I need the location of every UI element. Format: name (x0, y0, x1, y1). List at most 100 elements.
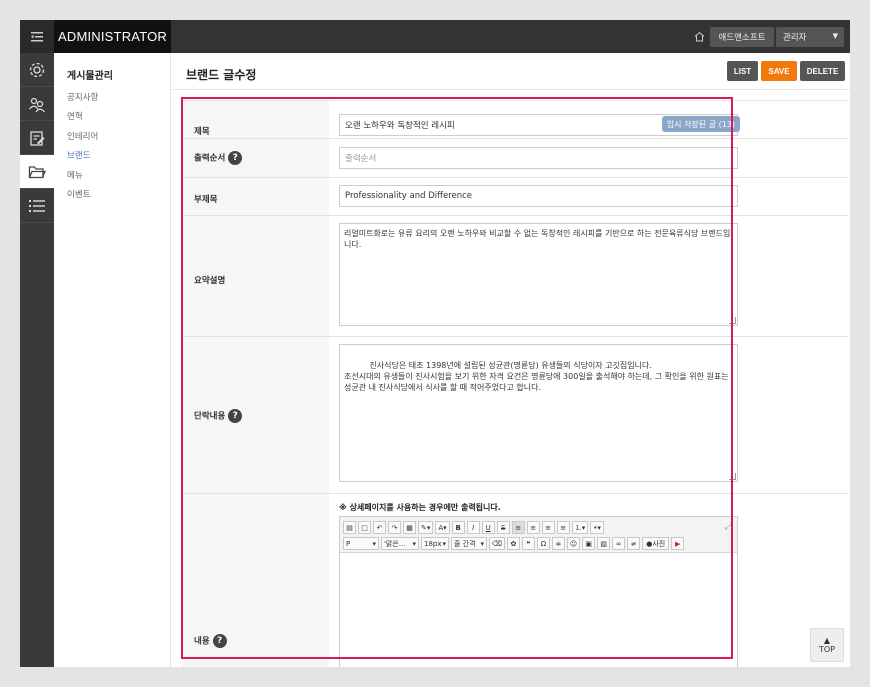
font-select[interactable]: '맑은... ▾ (381, 537, 419, 550)
nav-item-interior[interactable]: 인테리어 (67, 130, 98, 149)
photo-button[interactable]: ● 사진 (642, 537, 670, 550)
action-buttons: LIST SAVE DELETE (727, 61, 845, 81)
bullet-list-icon[interactable]: •▾ (590, 521, 604, 534)
help-icon[interactable]: ? (228, 409, 243, 423)
folder-icon[interactable] (20, 155, 54, 189)
youtube-icon[interactable]: ▶ (671, 537, 685, 550)
top-bar: ADMINISTRATOR 애드앤소프트 관리자 ▼ (20, 20, 850, 53)
format-select[interactable]: P ▾ (343, 537, 379, 550)
flash-icon[interactable]: ▧ (597, 537, 611, 550)
line-spacing-value: 줄 간격 (454, 539, 476, 548)
align-right-icon[interactable]: ≡ (541, 521, 555, 534)
row-label: 출력순서? (182, 139, 329, 177)
caret-down-icon: ▾ (372, 539, 376, 548)
row-label: 내용? (182, 494, 329, 667)
users-icon[interactable] (20, 87, 54, 121)
align-justify-icon[interactable]: ≡ (556, 521, 570, 534)
temp-saved-button[interactable]: 임시 저장된 글 (13) (661, 116, 740, 132)
home-icon[interactable] (690, 27, 708, 45)
row-label: 부제목 (182, 178, 329, 215)
row-label: 요약설명 (182, 216, 329, 336)
order-label: 출력순서 (194, 153, 226, 164)
bold-icon[interactable]: B (451, 521, 465, 534)
numbered-list-icon[interactable]: ⒈▾ (571, 521, 589, 534)
align-center-icon[interactable]: ≡ (526, 521, 540, 534)
quote-icon[interactable]: ❝ (521, 537, 535, 550)
font-size-value: 18px (424, 539, 442, 548)
main-content: 브랜드 글수정 LIST SAVE DELETE 제목 오랜 노하우와 독창적인… (172, 53, 850, 667)
caret-down-icon: ▾ (412, 539, 416, 548)
print-icon[interactable]: ▤ (343, 521, 356, 534)
list-icon[interactable] (20, 189, 54, 223)
subtitle-input[interactable]: Professionality and Difference (339, 185, 738, 207)
order-input[interactable]: 출력순서 (339, 147, 738, 169)
undo-icon[interactable]: ↶ (373, 521, 386, 534)
horizontal-rule-icon[interactable]: ≑ (551, 537, 565, 550)
underline-icon[interactable]: U (481, 521, 495, 534)
site-button[interactable]: 애드앤소프트 (710, 27, 774, 47)
row-label: 제목 (182, 101, 329, 138)
emoticon-icon[interactable]: ☺ (566, 537, 581, 550)
summary-textarea[interactable]: 리얼미트화로는 유류 요리의 오랜 노하우와 비교할 수 없는 독창적인 레시피… (339, 223, 738, 326)
arrow-up-icon: ▲ (823, 636, 831, 645)
list-button[interactable]: LIST (727, 61, 758, 81)
nav-item-event[interactable]: 이벤트 (67, 188, 98, 207)
nav-title: 게시물관리 (67, 71, 113, 82)
row-label: 단락내용? (182, 337, 329, 493)
align-left-icon[interactable]: ≡ (511, 521, 525, 534)
summary-text: 리얼미트화로는 유류 요리의 오랜 노하우와 비교할 수 없는 독창적인 레시피… (344, 229, 731, 249)
italic-icon[interactable]: I (466, 521, 480, 534)
link-icon[interactable]: ∞ (612, 537, 626, 550)
board-icon[interactable] (20, 121, 54, 155)
edit-form: 제목 오랜 노하우와 독창적인 레시피 임시 저장된 글 (13) 출력순서? … (182, 100, 848, 667)
format-select-value: P (346, 539, 351, 548)
admin-dropdown-label: 관리자 (783, 33, 807, 43)
save-button[interactable]: SAVE (761, 61, 797, 81)
back-to-top-button[interactable]: ▲ TOP (810, 628, 844, 662)
table-icon[interactable]: ▦ (403, 521, 416, 534)
eraser-icon[interactable]: ⌫ (489, 537, 505, 550)
omega-icon[interactable]: Ω (536, 537, 550, 550)
form-row-summary: 요약설명 리얼미트화로는 유류 요리의 오랜 노하우와 비교할 수 없는 독창적… (182, 216, 848, 337)
help-icon[interactable]: ? (228, 151, 243, 165)
maximize-icon[interactable]: ⤢ (725, 521, 733, 532)
new-page-icon[interactable]: □ (358, 521, 371, 534)
paragraph-textarea[interactable]: 진사식당은 태조 1398년에 설립된 성균관(명륜당) 유생들의 식당이자 고… (339, 344, 738, 482)
image-icon[interactable]: ▣ (582, 537, 596, 550)
gear-icon[interactable] (20, 53, 54, 87)
form-row-content: 내용? ※ 상세페이지를 사용하는 경우에만 출력됩니다. ▤ □ ↶ ↷ ▦ … (182, 494, 848, 667)
caret-down-icon: ▾ (442, 539, 446, 548)
photo-button-label: 사진 (652, 539, 666, 548)
nav-item-menu[interactable]: 메뉴 (67, 169, 98, 188)
unlink-icon[interactable]: ≠ (627, 537, 641, 550)
font-size-select[interactable]: 18px ▾ (421, 537, 449, 550)
redo-icon[interactable]: ↷ (388, 521, 401, 534)
title-divider (172, 89, 850, 90)
font-select-value: '맑은... (384, 539, 406, 548)
icon-sidebar (20, 53, 54, 667)
menu-collapse-icon[interactable] (20, 20, 54, 53)
form-row-title: 제목 오랜 노하우와 독창적인 레시피 임시 저장된 글 (13) (182, 100, 848, 139)
nav-item-brand[interactable]: 브랜드 (67, 149, 98, 168)
nav-item-history[interactable]: 연혁 (67, 110, 98, 129)
paragraph-label: 단락내용 (194, 411, 226, 422)
summary-label: 요약설명 (194, 276, 226, 286)
line-spacing-select[interactable]: 줄 간격 ▾ (451, 537, 487, 550)
strikethrough-icon[interactable]: S (496, 521, 510, 534)
nav-item-notice[interactable]: 공지사항 (67, 91, 98, 110)
caret-down-icon: ▾ (480, 539, 484, 548)
content-label: 내용 (194, 636, 210, 647)
delete-button[interactable]: DELETE (800, 61, 845, 81)
help-icon[interactable]: ? (212, 634, 227, 648)
highlight-icon[interactable]: ✎▾ (418, 521, 434, 534)
rich-text-editor[interactable]: ▤ □ ↶ ↷ ▦ ✎▾ A▾ B I U S ≡ ≡ ≡ ≡ ⒈▾ •▾ P … (339, 516, 738, 667)
paint-icon[interactable]: ✿ (506, 537, 520, 550)
page-title: 브랜드 글수정 (186, 68, 257, 82)
content-note: ※ 상세페이지를 사용하는 경우에만 출력됩니다. (339, 503, 501, 512)
app-brand[interactable]: ADMINISTRATOR (54, 20, 171, 53)
resize-grip-icon[interactable] (729, 317, 736, 324)
form-row-subtitle: 부제목 Professionality and Difference (182, 178, 848, 216)
font-color-icon[interactable]: A▾ (435, 521, 450, 534)
admin-dropdown[interactable]: 관리자 ▼ (776, 27, 844, 47)
resize-grip-icon[interactable] (729, 473, 736, 480)
